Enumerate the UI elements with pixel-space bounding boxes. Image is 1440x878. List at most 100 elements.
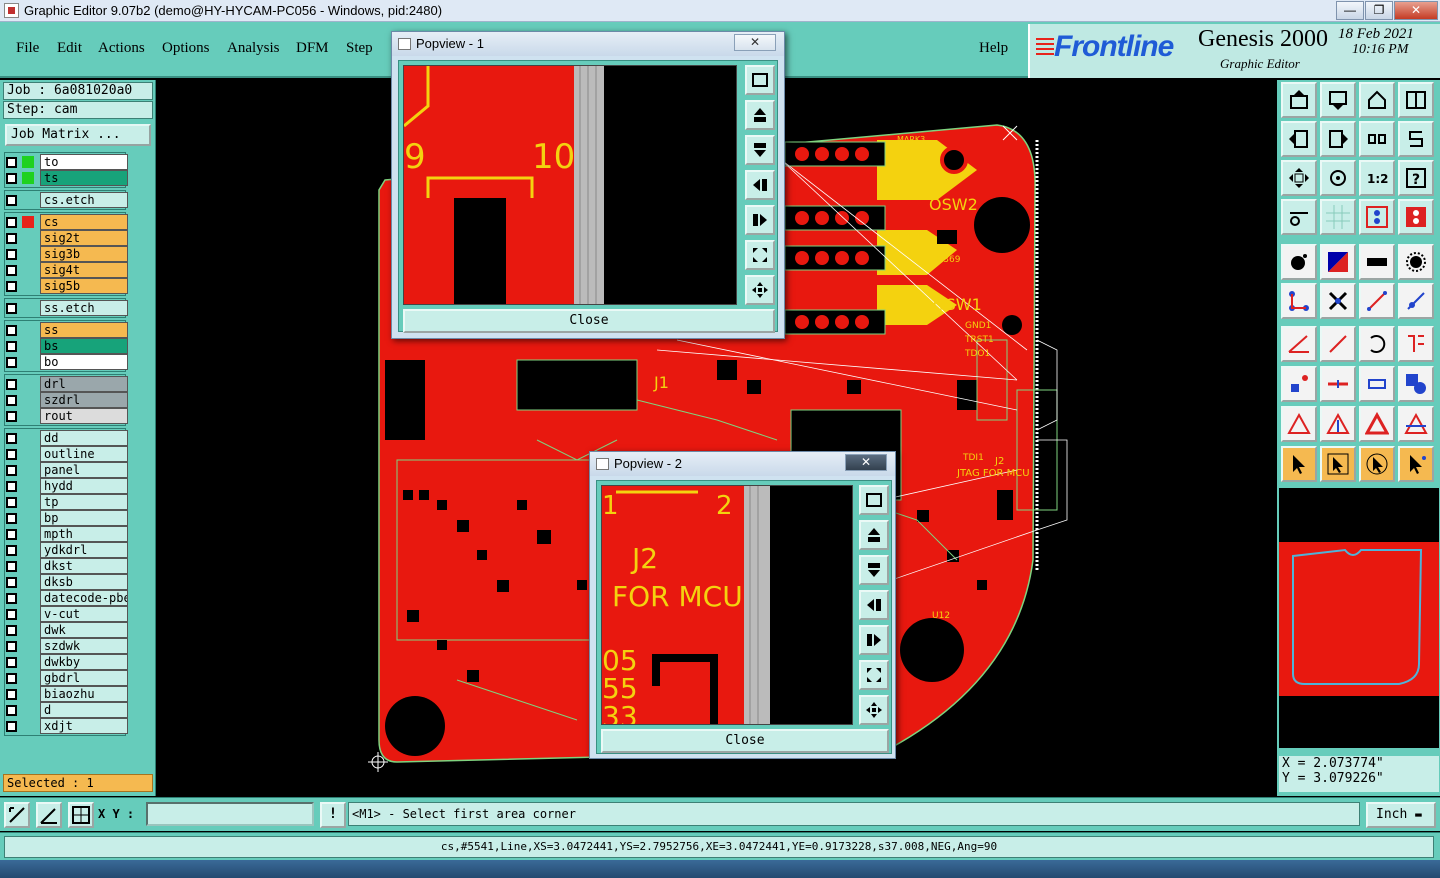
layer-checkbox[interactable] xyxy=(6,657,17,668)
pan-right-icon[interactable] xyxy=(1320,121,1356,157)
layer-checkbox[interactable] xyxy=(6,705,17,716)
popview-2-view[interactable]: 1 2 J2 FOR MCU 05 55 33 xyxy=(601,485,853,725)
layer-row[interactable]: panel xyxy=(6,462,128,478)
layer-checkbox[interactable] xyxy=(6,217,17,228)
layer-row[interactable]: cs xyxy=(6,214,128,230)
layer-checkbox[interactable] xyxy=(6,379,17,390)
popview-pan-down-icon[interactable] xyxy=(745,135,775,165)
cross-icon[interactable] xyxy=(1320,283,1356,319)
menu-dfm[interactable]: DFM xyxy=(296,40,329,57)
layer-name[interactable]: gbdrl xyxy=(40,670,128,686)
layer-checkbox[interactable] xyxy=(6,411,17,422)
layer-row[interactable]: v-cut xyxy=(6,606,128,622)
unit-selector[interactable]: Inch ▬ xyxy=(1366,802,1436,828)
popview-pan-up-icon[interactable] xyxy=(745,100,775,130)
layer-name[interactable]: biaozhu xyxy=(40,686,128,702)
job-matrix-button[interactable]: Job Matrix ... xyxy=(5,124,151,146)
layer-name[interactable]: rout xyxy=(40,408,128,424)
select-pad-icon[interactable] xyxy=(1281,244,1317,280)
layer-checkbox[interactable] xyxy=(6,641,17,652)
layer-name[interactable]: sig4t xyxy=(40,262,128,278)
menu-file[interactable]: File xyxy=(16,40,39,57)
menu-edit[interactable]: Edit xyxy=(57,40,82,57)
layer-name[interactable]: outline xyxy=(40,446,128,462)
pan-left-icon[interactable] xyxy=(1281,121,1317,157)
layer-row[interactable]: ss.etch xyxy=(6,300,128,316)
zoom-out-icon[interactable] xyxy=(1320,160,1356,196)
layer-checkbox[interactable] xyxy=(6,449,17,460)
warning-button[interactable]: ! xyxy=(320,802,346,828)
layer-name[interactable]: mpth xyxy=(40,526,128,542)
layer-name[interactable]: datecode-pbe xyxy=(40,590,128,606)
popview-zoom-in-icon[interactable] xyxy=(859,660,889,690)
layer-name[interactable]: to xyxy=(40,154,128,170)
layer-name[interactable]: tp xyxy=(40,494,128,510)
layer-row[interactable]: outline xyxy=(6,446,128,462)
popview-zoom-in-icon[interactable] xyxy=(745,240,775,270)
layer-row[interactable]: dd xyxy=(6,430,128,446)
layer-name[interactable]: hydd xyxy=(40,478,128,494)
layer-row[interactable]: hydd xyxy=(6,478,128,494)
popview-pan-right-icon[interactable] xyxy=(745,205,775,235)
layer-name[interactable]: dkst xyxy=(40,558,128,574)
maximize-button[interactable]: ❐ xyxy=(1365,1,1393,20)
triangle-icon[interactable] xyxy=(1281,406,1317,442)
pan-down-icon[interactable] xyxy=(1320,82,1356,118)
popview-pan-left-icon[interactable] xyxy=(745,170,775,200)
polygon-icon[interactable] xyxy=(1320,244,1356,280)
layer-row[interactable]: sig2t xyxy=(6,230,128,246)
layer-checkbox[interactable] xyxy=(6,233,17,244)
minimize-button[interactable]: — xyxy=(1336,1,1364,20)
popview-pan-right-icon[interactable] xyxy=(859,625,889,655)
layer-name[interactable]: sig3b xyxy=(40,246,128,262)
layer-name[interactable]: sig5b xyxy=(40,278,128,294)
layer-name[interactable]: v-cut xyxy=(40,606,128,622)
layer-checkbox[interactable] xyxy=(6,249,17,260)
layer-row[interactable]: bs xyxy=(6,338,128,354)
triangle-arrow-icon[interactable] xyxy=(1359,406,1395,442)
layer-checkbox[interactable] xyxy=(6,341,17,352)
help-icon[interactable]: ? xyxy=(1398,160,1434,196)
popview-pan-up-icon[interactable] xyxy=(859,520,889,550)
menu-analysis[interactable]: Analysis xyxy=(227,40,280,57)
select-arrow-icon[interactable] xyxy=(1281,446,1317,482)
layer-row[interactable]: cs.etch xyxy=(6,192,128,208)
layer-checkbox[interactable] xyxy=(6,593,17,604)
popview-zoom-home-icon[interactable] xyxy=(745,65,775,95)
diagonal-icon[interactable] xyxy=(1320,326,1356,362)
layer-checkbox[interactable] xyxy=(6,195,17,206)
layer-row[interactable]: d xyxy=(6,702,128,718)
layer-row[interactable]: drl xyxy=(6,376,128,392)
snap-icon[interactable] xyxy=(1398,121,1434,157)
xy-input[interactable] xyxy=(146,802,314,826)
dotted-circle-icon[interactable] xyxy=(1398,244,1434,280)
layer-row[interactable]: dwk xyxy=(6,622,128,638)
layer-name[interactable]: ydkdrl xyxy=(40,542,128,558)
layer-checkbox[interactable] xyxy=(6,281,17,292)
layer-row[interactable]: bo xyxy=(6,354,128,370)
swap-view-icon[interactable] xyxy=(1359,121,1395,157)
popview-2-close-x[interactable]: ✕ xyxy=(845,454,887,471)
layer-checkbox[interactable] xyxy=(6,689,17,700)
horizontal-line-icon[interactable] xyxy=(1320,366,1356,402)
layer-row[interactable]: datecode-pbe xyxy=(6,590,128,606)
line-red-icon[interactable] xyxy=(1359,283,1395,319)
popview-pan-left-icon[interactable] xyxy=(859,590,889,620)
layer-row[interactable]: sig3b xyxy=(6,246,128,262)
ratio-icon[interactable]: 1:2 xyxy=(1359,160,1395,196)
popview-1-close-button[interactable]: Close xyxy=(403,309,775,333)
popview-zoom-out-icon[interactable] xyxy=(745,275,775,305)
layer-name[interactable]: szdrl xyxy=(40,392,128,408)
layer-name[interactable]: xdjt xyxy=(40,718,128,734)
grid-icon[interactable] xyxy=(1320,199,1356,235)
arc-icon[interactable] xyxy=(1359,326,1395,362)
layer-checkbox[interactable] xyxy=(6,433,17,444)
parallel-icon[interactable] xyxy=(1398,326,1434,362)
grid-snap-icon[interactable] xyxy=(68,802,94,828)
layer-checkbox[interactable] xyxy=(6,625,17,636)
snap-mode-icon[interactable] xyxy=(4,802,30,828)
layer-row[interactable]: dwkby xyxy=(6,654,128,670)
layer-name[interactable]: d xyxy=(40,702,128,718)
angle-mode-icon[interactable] xyxy=(36,802,62,828)
layer-row[interactable]: xdjt xyxy=(6,718,128,734)
